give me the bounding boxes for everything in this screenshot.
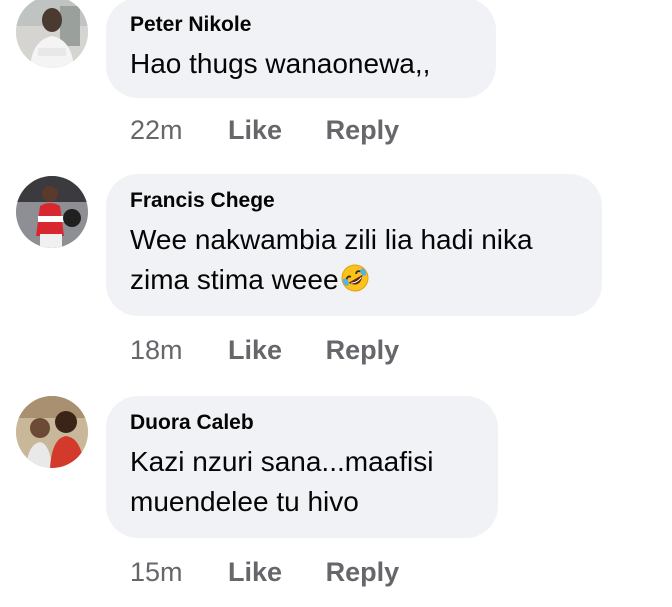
- comment-timestamp[interactable]: 15m: [130, 556, 183, 588]
- comment-bubble: Francis Chege Wee nakwambia zili lia had…: [106, 174, 602, 316]
- comment-author-name[interactable]: Peter Nikole: [130, 12, 472, 38]
- comment-bubble: Duora Caleb Kazi nzuri sana...maafisi mu…: [106, 396, 498, 538]
- comment-item: Duora Caleb Kazi nzuri sana...maafisi mu…: [0, 394, 672, 607]
- comment-text: Kazi nzuri sana...maafisi muendelee tu h…: [130, 446, 434, 517]
- comment-actions: 18m Like Reply: [130, 334, 435, 366]
- comment-actions: 15m Like Reply: [130, 556, 435, 588]
- reply-button[interactable]: Reply: [326, 114, 400, 146]
- reply-button[interactable]: Reply: [326, 334, 400, 366]
- user-photo-icon: [16, 176, 88, 248]
- avatar[interactable]: [16, 396, 88, 468]
- comment-text: Wee nakwambia zili lia hadi nika zima st…: [130, 220, 578, 300]
- comment-item: Peter Nikole Hao thugs wanaonewa,, 22m L…: [0, 0, 672, 160]
- comment-actions: 22m Like Reply: [130, 114, 435, 146]
- reply-button[interactable]: Reply: [326, 556, 400, 588]
- comment-timestamp[interactable]: 22m: [130, 114, 183, 146]
- like-button[interactable]: Like: [228, 556, 282, 588]
- comment-text: Hao thugs wanaonewa,,: [130, 48, 431, 79]
- comment-bubble: Peter Nikole Hao thugs wanaonewa,,: [106, 0, 496, 98]
- rolling-on-floor-laughing-emoji: [341, 264, 369, 292]
- comment-text-content: Wee nakwambia zili lia hadi nika zima st…: [130, 224, 533, 295]
- comment-author-name[interactable]: Duora Caleb: [130, 410, 474, 436]
- comment-timestamp[interactable]: 18m: [130, 334, 183, 366]
- comment-author-name[interactable]: Francis Chege: [130, 188, 578, 214]
- user-photo-icon: [16, 396, 88, 468]
- avatar[interactable]: [16, 0, 88, 68]
- like-button[interactable]: Like: [228, 114, 282, 146]
- like-button[interactable]: Like: [228, 334, 282, 366]
- avatar[interactable]: [16, 176, 88, 248]
- user-photo-icon: [16, 0, 88, 68]
- comment-item: Francis Chege Wee nakwambia zili lia had…: [0, 172, 672, 372]
